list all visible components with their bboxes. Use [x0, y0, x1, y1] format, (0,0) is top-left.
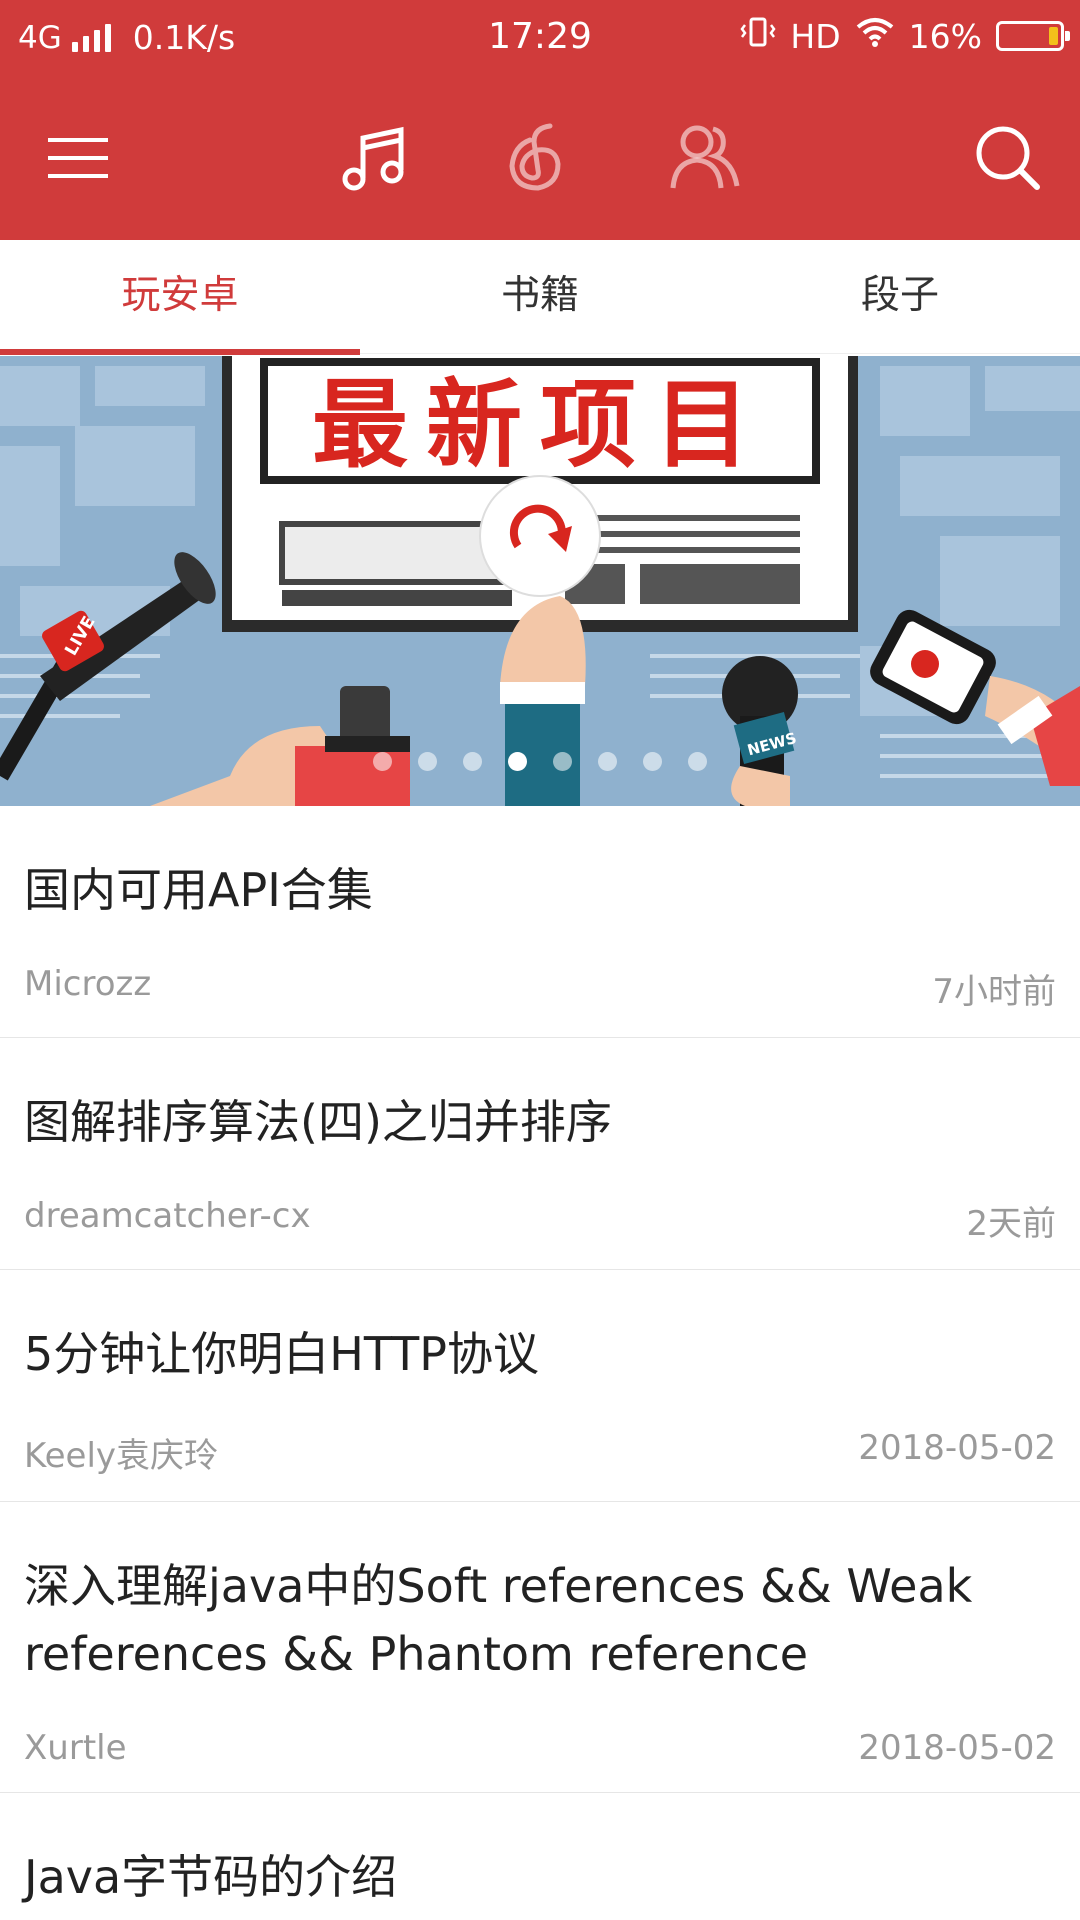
article-author: Xurtle	[24, 1728, 127, 1768]
pagination-dot[interactable]	[373, 752, 392, 771]
article-title: 图解排序算法(四)之归并排序	[24, 1095, 612, 1149]
tab-wan-android[interactable]: 玩安卓	[0, 240, 360, 355]
article-title: 深入理解java中的Soft references && Weak refere…	[24, 1559, 973, 1681]
article-time: 2天前	[966, 1204, 1056, 1244]
top-toolbar	[0, 76, 1080, 240]
article-meta: Keely袁庆玲 2018-05-02	[24, 1388, 1056, 1501]
banner-title: 最新项目	[312, 368, 768, 481]
article-title: 国内可用API合集	[24, 863, 373, 917]
pagination-dot[interactable]	[688, 752, 707, 771]
pagination-dot[interactable]	[553, 752, 572, 771]
list-item[interactable]: 图解排序算法(四)之归并排序 dreamcatcher-cx 2天前	[0, 1038, 1080, 1270]
pagination-dot[interactable]	[418, 752, 437, 771]
list-item[interactable]: 5分钟让你明白HTTP协议 Keely袁庆玲 2018-05-02	[0, 1270, 1080, 1502]
article-time: 7小时前	[932, 972, 1056, 1012]
tab-books[interactable]: 书籍	[360, 240, 720, 353]
vibrate-icon	[740, 16, 776, 56]
battery-icon	[996, 21, 1070, 51]
hd-label: HD	[790, 16, 841, 56]
search-icon[interactable]	[968, 118, 1048, 198]
article-title: 5分钟让你明白HTTP协议	[24, 1327, 539, 1381]
article-author: Microzz	[24, 964, 152, 1004]
battery-level	[1049, 27, 1058, 45]
music-note-icon[interactable]	[335, 118, 415, 198]
list-item[interactable]: Java字节码的介绍	[0, 1793, 1080, 1911]
tab-jokes[interactable]: 段子	[720, 240, 1080, 353]
pagination-dot[interactable]	[598, 752, 617, 771]
battery-percent: 16%	[908, 16, 982, 56]
article-meta: Microzz 7小时前	[24, 924, 1056, 1037]
article-list: 国内可用API合集 Microzz 7小时前 图解排序算法(四)之归并排序 dr…	[0, 806, 1080, 1911]
pagination-dot[interactable]	[643, 752, 662, 771]
category-tabs: 玩安卓 书籍 段子	[0, 240, 1080, 355]
pagination-dot-active[interactable]	[508, 752, 527, 771]
article-meta: dreamcatcher-cx 2天前	[24, 1156, 1056, 1269]
article-author: Keely袁庆玲	[24, 1436, 219, 1476]
banner-pagination	[0, 752, 1080, 771]
article-time: 2018-05-02	[858, 1728, 1056, 1768]
article-time: 2018-05-02	[858, 1428, 1056, 1468]
banner-carousel[interactable]: LIVE NEWS 最新项目	[0, 356, 1080, 806]
netease-logo-icon[interactable]	[500, 118, 580, 198]
article-author: dreamcatcher-cx	[24, 1196, 311, 1236]
pagination-dot[interactable]	[463, 752, 482, 771]
list-item[interactable]: 深入理解java中的Soft references && Weak refere…	[0, 1502, 1080, 1793]
article-meta: Xurtle 2018-05-02	[24, 1688, 1056, 1792]
status-right: HD 16%	[740, 16, 1070, 56]
menu-icon[interactable]	[38, 118, 118, 198]
article-title: Java字节码的介绍	[24, 1850, 398, 1904]
list-item[interactable]: 国内可用API合集 Microzz 7小时前	[0, 806, 1080, 1038]
status-bar: 4G 0.1K/s 17:29 HD 16%	[0, 0, 1080, 76]
wifi-icon	[855, 16, 895, 56]
friends-icon[interactable]	[665, 118, 745, 198]
